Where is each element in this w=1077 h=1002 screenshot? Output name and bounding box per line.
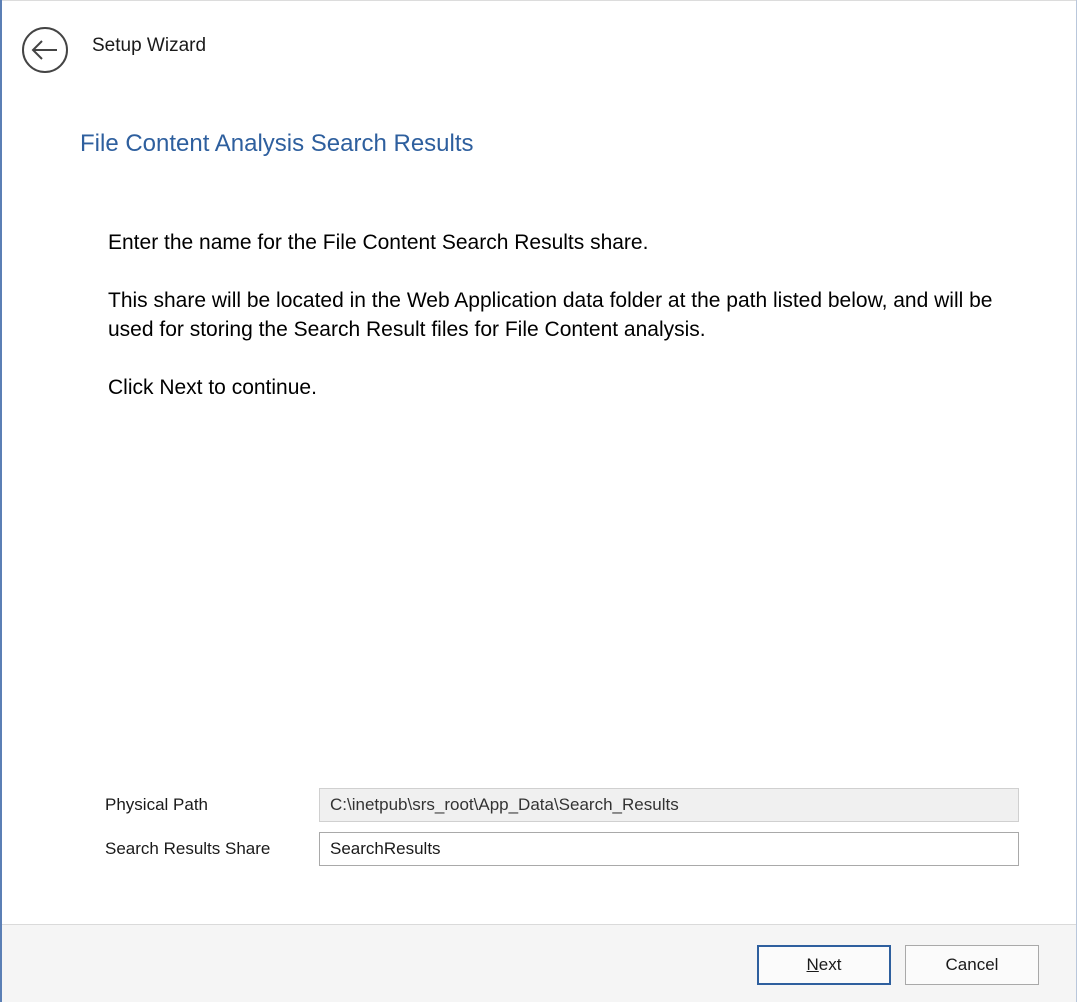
setup-wizard-window: Setup Wizard File Content Analysis Searc… (0, 0, 1077, 1002)
instruction-paragraph: Enter the name for the File Content Sear… (108, 231, 649, 254)
cancel-button-label: Cancel (945, 955, 999, 974)
next-button-accelerator: N (806, 955, 819, 974)
page-heading: File Content Analysis Search Results (80, 130, 474, 157)
cancel-button[interactable]: Cancel (905, 945, 1039, 985)
search-results-share-input[interactable] (319, 832, 1019, 866)
next-button-label: ext (818, 955, 842, 974)
wizard-header: Setup Wizard (2, 0, 1076, 93)
search-results-share-row: Search Results Share (2, 832, 1076, 866)
wizard-title: Setup Wizard (92, 35, 207, 56)
physical-path-label: Physical Path (105, 795, 208, 814)
search-results-share-label: Search Results Share (105, 839, 271, 858)
back-arrow-icon (22, 27, 68, 73)
back-button[interactable] (21, 26, 69, 74)
physical-path-field (319, 788, 1019, 822)
instruction-paragraph: This share will be located in the Web Ap… (108, 289, 993, 341)
wizard-footer: Next Cancel (2, 925, 1076, 1002)
instruction-paragraph: Click Next to continue. (108, 376, 317, 399)
instructions: Enter the name for the File Content Sear… (108, 228, 1008, 431)
next-button[interactable]: Next (757, 945, 891, 985)
physical-path-row: Physical Path (2, 788, 1076, 822)
